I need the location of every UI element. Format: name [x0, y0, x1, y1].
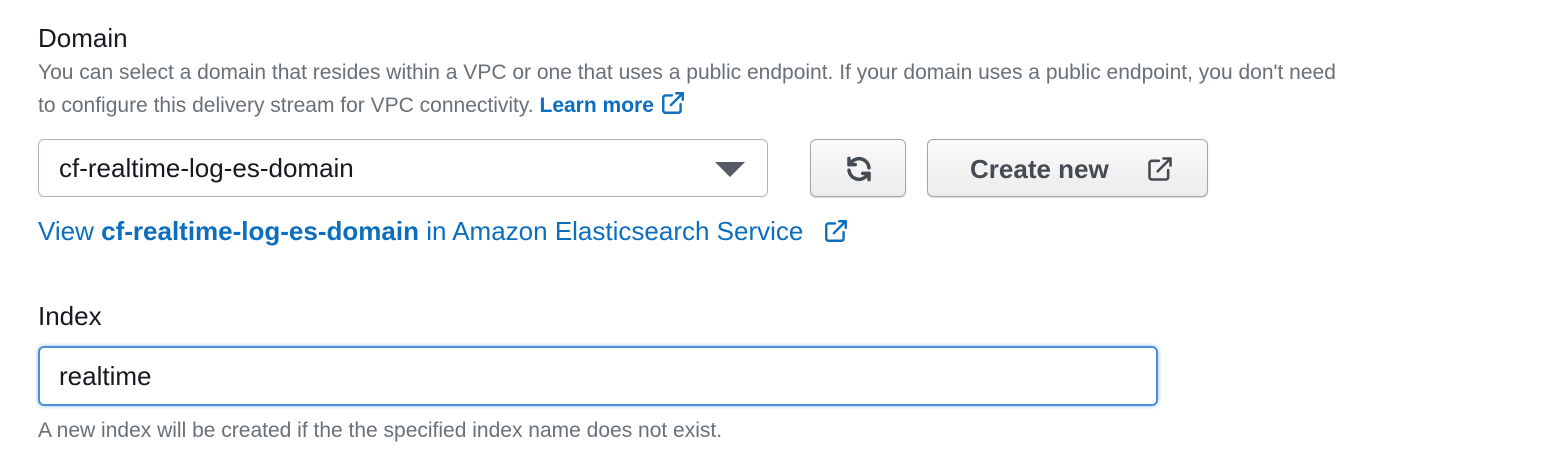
- view-prefix: View: [38, 216, 94, 246]
- create-new-label: Create new: [970, 154, 1109, 184]
- learn-more-link[interactable]: Learn more: [539, 92, 686, 117]
- domain-description-line-2: to configure this delivery stream for VP…: [38, 89, 686, 123]
- index-label: Index: [38, 301, 102, 331]
- domain-description-line-1: You can select a domain that resides wit…: [38, 61, 1336, 84]
- refresh-button[interactable]: [810, 139, 906, 197]
- view-domain-link[interactable]: View cf-realtime-log-es-domain in Amazon…: [38, 214, 849, 248]
- index-hint: A new index will be created if the the s…: [38, 419, 723, 442]
- domain-select-value: cf-realtime-log-es-domain: [59, 153, 354, 183]
- learn-more-label: Learn more: [539, 94, 654, 117]
- index-input[interactable]: [38, 346, 1158, 406]
- domain-select[interactable]: cf-realtime-log-es-domain: [38, 139, 768, 197]
- external-link-icon: [824, 220, 847, 242]
- create-new-button[interactable]: Create new: [927, 139, 1208, 197]
- refresh-icon: [847, 156, 871, 182]
- external-link-icon: [661, 92, 684, 114]
- external-link-icon: [1148, 157, 1172, 181]
- view-suffix: in Amazon Elasticsearch Service: [426, 216, 804, 246]
- view-domain-name: cf-realtime-log-es-domain: [101, 216, 419, 246]
- caret-down-icon: [715, 162, 745, 177]
- domain-label: Domain: [38, 23, 128, 53]
- domain-description-text: to configure this delivery stream for VP…: [38, 94, 534, 117]
